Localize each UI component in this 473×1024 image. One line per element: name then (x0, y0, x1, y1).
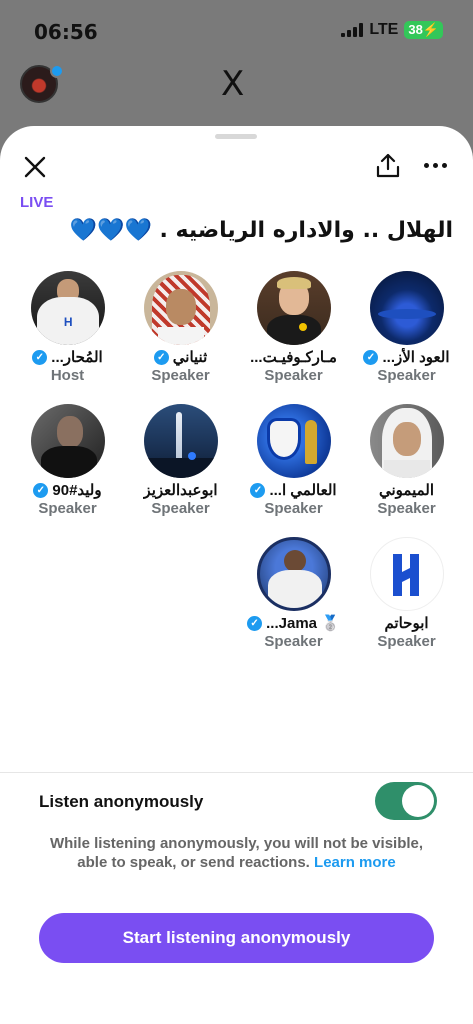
verified-badge-icon: ✓ (153, 349, 169, 365)
stadium-avatar (369, 271, 444, 345)
participant-card[interactable]: H ✓ًالمُحار... Host (11, 271, 124, 384)
drag-handle[interactable] (215, 134, 257, 139)
verified-badge-icon: ✓ (33, 482, 49, 498)
participant-name-row: مـاركـوفيـت... (250, 348, 337, 366)
battery-icon: 38⚡ (404, 21, 443, 39)
participant-name: ابوعبدالعزيز (143, 482, 218, 499)
participant-name-row: ✓ ثنياني (153, 348, 208, 366)
participant-name: ابوحاتم (384, 615, 429, 632)
participant-name-row: ✓ العالمي ا... (250, 481, 337, 499)
participant-name: مـاركـوفيـت... (250, 349, 337, 366)
man-red-ghutra-avatar (143, 271, 218, 345)
participant-role: Speaker (377, 500, 436, 517)
participant-role: Speaker (264, 367, 323, 384)
x-logo-icon: X (221, 64, 245, 104)
participant-card[interactable]: ابوحاتم Speaker (350, 537, 463, 650)
participant-card[interactable]: ✓ ثنياني Speaker (124, 271, 237, 384)
start-listening-button[interactable]: Start listening anonymously (39, 913, 434, 963)
man-dark-avatar (30, 404, 105, 478)
participant-card[interactable]: ✓ 🥈 Jama... Speaker (237, 537, 350, 650)
participant-card[interactable]: ✓ العالمي ا... Speaker (237, 404, 350, 517)
close-icon[interactable] (22, 154, 48, 180)
participant-name: ثنياني (172, 349, 208, 366)
verified-badge-icon: ✓ (32, 349, 48, 365)
participant-name: وليد#90 (52, 482, 102, 499)
player-celebration-avatar (256, 537, 331, 611)
participant-name: الميموني (378, 482, 435, 499)
verified-badge-icon: ✓ (250, 482, 266, 498)
learn-more-link[interactable]: Learn more (314, 854, 396, 871)
participant-role: Speaker (264, 633, 323, 650)
participants-grid: ✓ العود الأز... Speaker مـاركـوفيـت... Sp… (10, 271, 463, 650)
toggle-knob (402, 785, 434, 817)
section-divider (0, 772, 473, 773)
participant-role: Speaker (151, 367, 210, 384)
participant-name-row: الميموني (379, 481, 434, 499)
participant-card[interactable]: ✓ وليد#90 Speaker (11, 404, 124, 517)
participant-name-row: ✓ وليد#90 (33, 481, 102, 499)
participant-role: Speaker (377, 633, 436, 650)
participant-name-row: ✓ًالمُحار... (32, 348, 103, 366)
status-time: 06:56 (34, 20, 98, 44)
network-label: LTE (369, 21, 399, 38)
participant-role: Speaker (151, 500, 210, 517)
participant-name: العالمي ا... (269, 482, 337, 499)
participant-role: Speaker (377, 367, 436, 384)
player-avatar (256, 271, 331, 345)
live-label: LIVE (20, 194, 54, 211)
fountain-avatar (143, 404, 218, 478)
space-sheet: LIVE الهلال .. والاداره الرياضيه . 💙💙💙 ✓… (0, 126, 473, 1024)
participant-name: ًالمُحار... (51, 349, 103, 366)
participant-name-row: ✓ العود الأز... (363, 348, 450, 366)
participant-name-row: ✓ 🥈 Jama... (247, 614, 340, 632)
space-title: الهلال .. والاداره الرياضيه . 💙💙💙 (69, 218, 453, 243)
listen-anonymously-label: Listen anonymously (39, 792, 204, 811)
more-options-icon[interactable] (424, 158, 452, 172)
status-bar: 06:56 LTE 38⚡ (0, 0, 473, 60)
listen-anonymously-toggle[interactable] (375, 782, 437, 820)
top-bar: X (0, 62, 473, 108)
participant-name-row: ابوحاتم (384, 614, 428, 632)
battery-level: 38 (408, 22, 423, 37)
notification-dot (50, 64, 64, 78)
participant-role: Host (50, 367, 85, 384)
verified-badge-icon: ✓ (247, 615, 263, 631)
player-hilal-kit-avatar: H (30, 271, 105, 345)
participant-card[interactable]: الميموني Speaker (350, 404, 463, 517)
participant-card[interactable]: مـاركـوفيـت... Speaker (237, 271, 350, 384)
participant-role: Speaker (264, 500, 323, 517)
participant-name: العود الأز... (382, 349, 450, 366)
status-right: LTE 38⚡ (341, 21, 443, 39)
hilal-logo-trophy-avatar (256, 404, 331, 478)
participant-role: Speaker (38, 500, 97, 517)
participant-name: 🥈 Jama... (266, 615, 340, 632)
anonymous-info: While listening anonymously, you will no… (40, 834, 433, 872)
hilal-logo-icon (392, 554, 419, 596)
hilal-logo-avatar (369, 537, 444, 611)
verified-badge-icon: ✓ (363, 349, 379, 365)
participant-card[interactable]: ابوعبدالعزيز Speaker (124, 404, 237, 517)
participant-name-row: ابوعبدالعزيز (143, 481, 217, 499)
share-icon[interactable] (374, 152, 402, 180)
signal-icon (341, 23, 364, 37)
man-white-ghutra-avatar (369, 404, 444, 478)
participant-card[interactable]: ✓ العود الأز... Speaker (350, 271, 463, 384)
